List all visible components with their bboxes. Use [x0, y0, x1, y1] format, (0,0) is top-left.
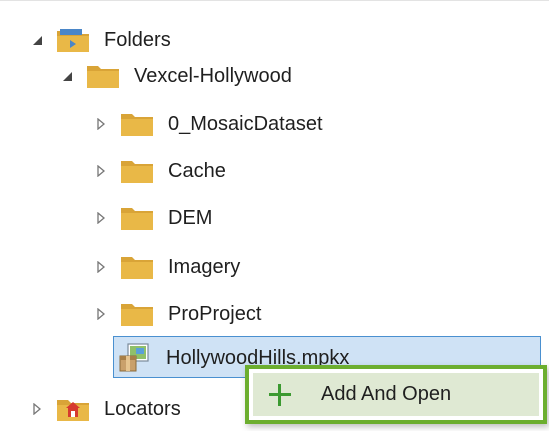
collapsed-arrow-icon[interactable]: [94, 307, 108, 321]
plus-icon: [267, 382, 293, 408]
folder-icon: [121, 304, 153, 326]
folder-icon: [121, 161, 153, 183]
add-and-open-menu-item[interactable]: Add And Open: [253, 373, 539, 416]
folder-icon: [121, 114, 153, 136]
tree-item-label: Cache: [168, 160, 226, 182]
expanded-arrow-icon[interactable]: [60, 69, 74, 83]
folder-icon: [121, 257, 153, 279]
catalog-tree-pane: Folders Vexcel-Hollywood 0_MosaicDataset: [0, 0, 549, 425]
collapsed-arrow-icon[interactable]: [94, 260, 108, 274]
folder-icon: [121, 208, 153, 230]
map-package-icon: [119, 343, 149, 372]
folders-icon: [57, 29, 89, 52]
tree-item-folder[interactable]: 0_MosaicDataset: [94, 102, 323, 146]
tree-item-label: DEM: [168, 207, 213, 229]
tree-item-folder[interactable]: Cache: [94, 149, 226, 193]
menu-item-label: Add And Open: [321, 383, 452, 405]
collapsed-arrow-icon[interactable]: [94, 164, 108, 178]
tree-item-label: Folders: [104, 29, 171, 51]
collapsed-arrow-icon[interactable]: [94, 211, 108, 225]
tree-item-label: Imagery: [168, 256, 241, 278]
tree-item-label: Locators: [104, 398, 181, 420]
context-menu: Add And Open: [245, 365, 547, 424]
collapsed-arrow-icon[interactable]: [94, 117, 108, 131]
tree-item-vexcel-hollywood[interactable]: Vexcel-Hollywood: [60, 54, 292, 98]
tree-item-folder[interactable]: Imagery: [94, 245, 240, 289]
tree-item-folder[interactable]: DEM: [94, 196, 212, 240]
tree-item-label: 0_MosaicDataset: [168, 113, 323, 135]
locators-icon: [57, 400, 89, 421]
folder-icon: [87, 66, 119, 88]
collapsed-arrow-icon[interactable]: [30, 402, 44, 416]
tree-item-label: Vexcel-Hollywood: [134, 65, 292, 87]
tree-item-locators[interactable]: Locators: [30, 387, 181, 431]
tree-item-folder[interactable]: ProProject: [94, 292, 261, 336]
tree-item-label: ProProject: [168, 303, 262, 325]
expanded-arrow-icon[interactable]: [30, 33, 44, 47]
